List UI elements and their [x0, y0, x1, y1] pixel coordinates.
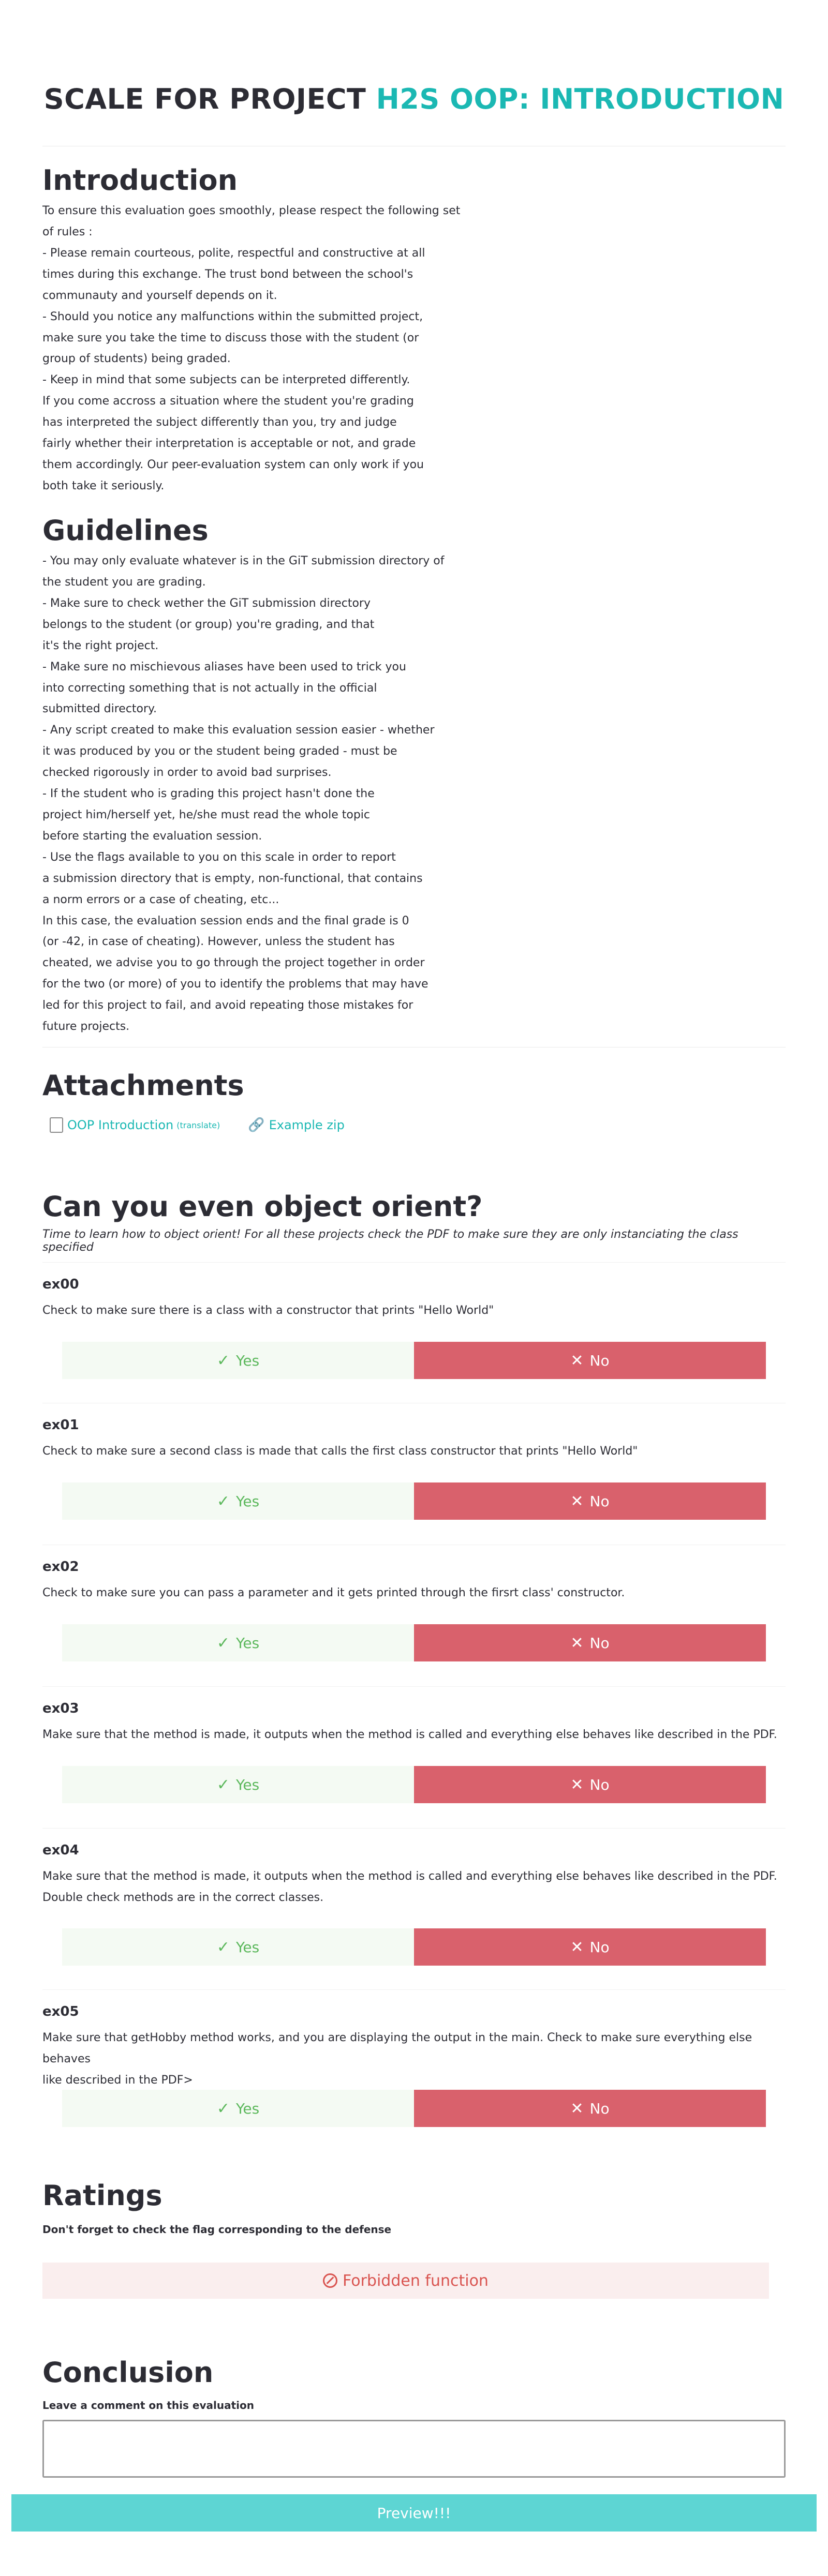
check-icon: ✓ [216, 1775, 230, 1794]
attachment-zip-link[interactable]: Example zip [269, 1118, 345, 1132]
no-label: No [589, 1634, 610, 1652]
link-icon: 🔗 [248, 1117, 265, 1133]
yes-label: Yes [235, 2100, 260, 2117]
section-header: Can you even object orient? Time to lear… [42, 1190, 786, 1254]
yes-label: Yes [235, 1776, 260, 1793]
question-divider [42, 1989, 786, 1990]
question-divider [42, 1828, 786, 1829]
close-icon: ✕ [570, 2099, 584, 2118]
question-divider [42, 1262, 786, 1263]
check-icon: ✓ [216, 2099, 230, 2118]
no-button[interactable]: ✕ No [414, 1624, 766, 1661]
attachment-translate-link[interactable]: (translate) [176, 1120, 220, 1130]
page-title: SCALE FOR PROJECT H2S OOP: INTRODUCTION [0, 83, 828, 115]
evaluation-page: SCALE FOR PROJECT H2S OOP: INTRODUCTION … [0, 0, 828, 2576]
question-ex01: ex01 Check to make sure a second class i… [42, 1403, 786, 1520]
yes-label: Yes [235, 1938, 260, 1956]
answer-buttons: ✓ Yes ✕ No [62, 1928, 766, 1966]
introduction-section: Introduction To ensure this evaluation g… [42, 164, 786, 497]
comment-textarea[interactable] [42, 2420, 786, 2478]
close-icon: ✕ [570, 1775, 584, 1794]
ratings-note: Don't forget to check the flag correspon… [42, 2223, 392, 2236]
ratings-heading: Ratings [42, 2179, 162, 2212]
question-title: ex05 [42, 2004, 79, 2019]
forbidden-function-flag-button[interactable]: Forbidden function [42, 2263, 769, 2299]
question-description: Make sure that getHobby method works, an… [42, 2031, 752, 2087]
yes-button[interactable]: ✓ Yes [62, 1624, 414, 1661]
guidelines-text: - You may only evaluate whatever is in t… [42, 555, 445, 1034]
yes-label: Yes [235, 1492, 260, 1510]
answer-buttons: ✓ Yes ✕ No [62, 1766, 766, 1803]
question-ex02: ex02 Check to make sure you can pass a p… [42, 1545, 786, 1661]
check-icon: ✓ [216, 1938, 230, 1956]
ratings-section: Ratings Don't forget to check the flag c… [42, 2179, 786, 2236]
check-icon: ✓ [216, 1492, 230, 1510]
question-description: Check to make sure a second class is mad… [42, 1445, 638, 1458]
close-icon: ✕ [570, 1492, 584, 1510]
forbidden-icon [323, 2273, 338, 2288]
question-title: ex02 [42, 1559, 79, 1575]
section-heading: Can you even object orient? [42, 1190, 483, 1223]
question-title: ex00 [42, 1277, 79, 1292]
no-label: No [589, 1938, 610, 1956]
answer-buttons: ✓ Yes ✕ No [62, 1342, 766, 1379]
yes-button[interactable]: ✓ Yes [62, 1482, 414, 1520]
no-button[interactable]: ✕ No [414, 1766, 766, 1803]
conclusion-heading: Conclusion [42, 2356, 214, 2389]
question-description: Check to make sure you can pass a parame… [42, 1586, 625, 1599]
page-header: SCALE FOR PROJECT H2S OOP: INTRODUCTION [0, 83, 828, 115]
yes-label: Yes [235, 1634, 260, 1652]
no-label: No [589, 1492, 610, 1510]
no-button[interactable]: ✕ No [414, 2090, 766, 2127]
close-icon: ✕ [570, 1938, 584, 1956]
attachment-pdf-link[interactable]: OOP Introduction [67, 1118, 173, 1132]
yes-button[interactable]: ✓ Yes [62, 1928, 414, 1966]
question-divider [42, 1686, 786, 1687]
no-button[interactable]: ✕ No [414, 1342, 766, 1379]
check-icon: ✓ [216, 1351, 230, 1370]
flag-label: Forbidden function [343, 2271, 489, 2290]
question-title: ex03 [42, 1701, 79, 1716]
introduction-heading: Introduction [42, 164, 238, 197]
yes-label: Yes [235, 1352, 260, 1369]
conclusion-section: Conclusion Leave a comment on this evalu… [42, 2356, 786, 2412]
question-title: ex01 [42, 1417, 79, 1433]
question-ex00: ex00 Check to make sure there is a class… [42, 1262, 786, 1379]
question-title: ex04 [42, 1843, 79, 1858]
yes-button[interactable]: ✓ Yes [62, 1766, 414, 1803]
close-icon: ✕ [570, 1351, 584, 1370]
answer-buttons: ✓ Yes ✕ No [62, 2090, 766, 2127]
question-description: Make sure that the method is made, it ou… [42, 1870, 777, 1904]
no-button[interactable]: ✕ No [414, 1928, 766, 1966]
yes-button[interactable]: ✓ Yes [62, 1342, 414, 1379]
yes-button[interactable]: ✓ Yes [62, 2090, 414, 2127]
title-project: H2S OOP: INTRODUCTION [376, 83, 785, 115]
close-icon: ✕ [570, 1634, 584, 1652]
conclusion-note: Leave a comment on this evaluation [42, 2399, 254, 2412]
attachments-section: Attachments [42, 1069, 786, 1102]
guidelines-heading: Guidelines [42, 514, 209, 547]
check-icon: ✓ [216, 1634, 230, 1652]
question-ex04: ex04 Make sure that the method is made, … [42, 1828, 786, 1966]
no-button[interactable]: ✕ No [414, 1482, 766, 1520]
attachments-list: OOP Introduction (translate) 🔗 Example z… [50, 1117, 345, 1133]
section-subtitle: Time to learn how to object orient! For … [42, 1228, 738, 1254]
no-label: No [589, 1776, 610, 1793]
question-description: Check to make sure there is a class with… [42, 1304, 494, 1317]
preview-button[interactable]: Preview!!! [11, 2494, 817, 2532]
no-label: No [589, 1352, 610, 1369]
no-label: No [589, 2100, 610, 2117]
question-description: Make sure that the method is made, it ou… [42, 1728, 777, 1741]
question-ex05: ex05 Make sure that getHobby method work… [42, 1989, 786, 2127]
document-icon [50, 1117, 63, 1133]
attachments-heading: Attachments [42, 1069, 244, 1102]
introduction-text: To ensure this evaluation goes smoothly,… [42, 204, 461, 492]
answer-buttons: ✓ Yes ✕ No [62, 1624, 766, 1661]
title-prefix: SCALE FOR PROJECT [43, 83, 376, 115]
question-ex03: ex03 Make sure that the method is made, … [42, 1686, 786, 1803]
guidelines-section: Guidelines - You may only evaluate whate… [42, 514, 786, 1038]
answer-buttons: ✓ Yes ✕ No [62, 1482, 766, 1520]
